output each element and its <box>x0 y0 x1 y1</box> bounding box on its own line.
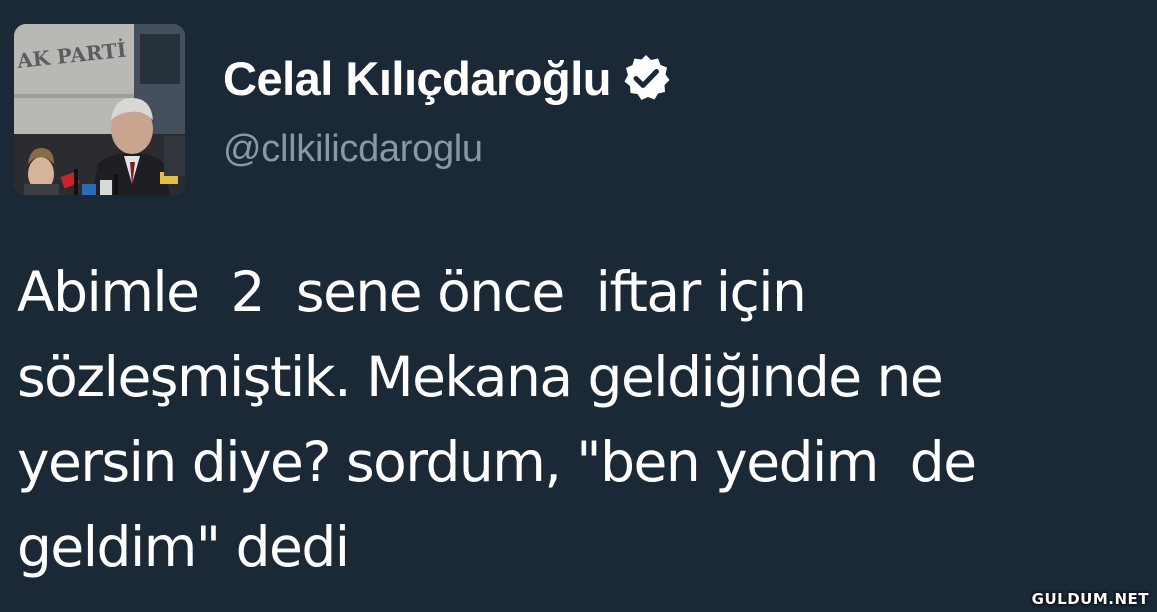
user-handle[interactable]: @cllkilicdaroglu <box>223 128 483 171</box>
tweet-card: AK PARTİ Celal Kılıçdaroğlu @cllkilicdar… <box>0 0 1157 612</box>
site-watermark: GULDUM.NET <box>1031 590 1149 608</box>
avatar-photo: AK PARTİ <box>14 24 185 195</box>
tweet-text-line: yersin diye? sordum, "ben yedim de <box>17 430 977 494</box>
tweet-text-line: geldim" dedi <box>17 515 350 579</box>
avatar[interactable]: AK PARTİ <box>14 24 185 195</box>
tweet-text-line: sözleşmiştik. Mekana geldiğinde ne <box>17 345 944 409</box>
display-name[interactable]: Celal Kılıçdaroğlu <box>223 51 611 106</box>
display-name-row: Celal Kılıçdaroğlu <box>223 48 671 108</box>
verified-badge-icon <box>621 53 671 103</box>
tweet-text: Abimle 2 sene önce iftar için sözleşmişt… <box>17 250 1147 590</box>
tweet-text-line: Abimle 2 sene önce iftar için <box>17 260 807 324</box>
